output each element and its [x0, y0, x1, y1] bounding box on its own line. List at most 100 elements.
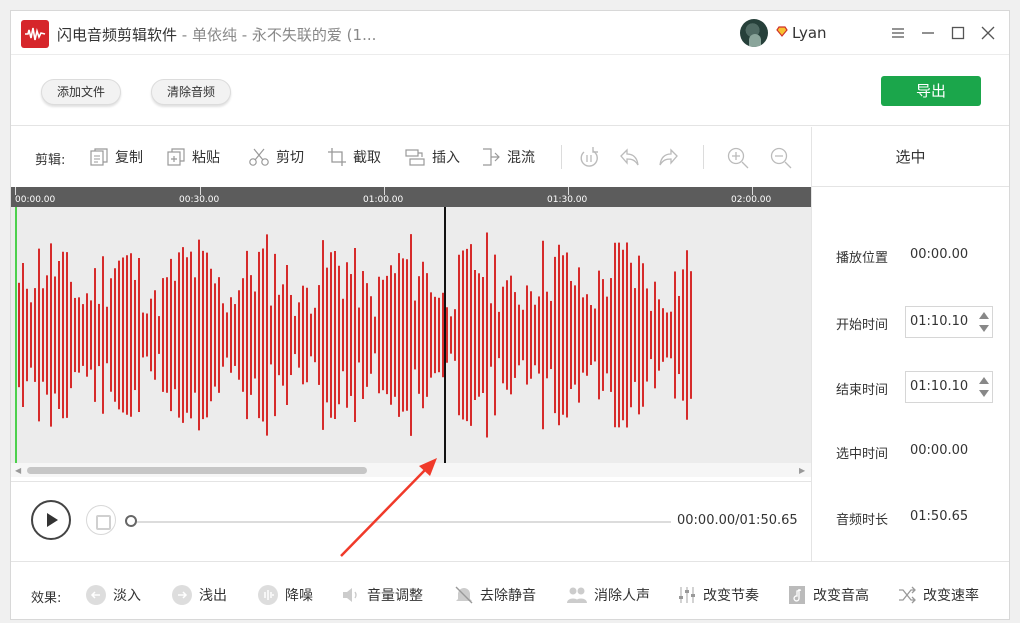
export-button[interactable]: 导出 — [881, 76, 981, 106]
volume-adjust-button[interactable]: 音量调整 — [341, 584, 423, 606]
paste-label: 粘贴 — [192, 150, 220, 166]
insert-label: 插入 — [432, 150, 460, 166]
end-time-down-icon[interactable] — [978, 389, 990, 399]
fade-in-label: 淡入 — [113, 588, 141, 604]
selected-duration-row: 选中时间 00:00.00 — [836, 435, 1006, 467]
paste-icon — [167, 148, 185, 166]
denoise-label: 降噪 — [285, 588, 313, 604]
playback-progress-knob[interactable] — [125, 515, 137, 527]
end-time-label: 结束时间 — [836, 383, 889, 398]
reset-icon[interactable] — [577, 146, 601, 170]
play-icon — [47, 513, 58, 527]
selected-duration-value: 00:00.00 — [910, 443, 969, 458]
end-time-spinbox[interactable] — [905, 371, 993, 403]
close-icon[interactable] — [976, 21, 1000, 45]
volume-adjust-label: 音量调整 — [367, 588, 423, 604]
fade-out-button[interactable]: 浅出 — [171, 584, 227, 606]
top-action-row: 添加文件 清除音频 导出 — [11, 56, 1009, 126]
clear-audio-button[interactable]: 清除音频 — [151, 79, 232, 105]
start-time-row: 开始时间 — [836, 306, 1006, 338]
maximize-icon[interactable] — [946, 21, 970, 45]
edit-toolbar-label: 剪辑: — [35, 153, 66, 168]
paste-button[interactable]: 粘贴 — [166, 145, 220, 169]
change-pitch-button[interactable]: 改变音高 — [787, 584, 869, 606]
remove-silence-label: 去除静音 — [480, 588, 536, 604]
mute-icon — [455, 586, 473, 604]
tick-mark — [200, 187, 201, 195]
zoom-in-icon[interactable] — [726, 146, 750, 170]
start-time-down-icon[interactable] — [978, 324, 990, 334]
change-speed-button[interactable]: 改变速率 — [897, 584, 979, 606]
start-time-spinbox[interactable] — [905, 306, 993, 338]
copy-label: 复制 — [115, 150, 143, 166]
scrollbar-thumb[interactable] — [27, 467, 367, 474]
crop-button[interactable]: 截取 — [327, 145, 381, 169]
insert-button[interactable]: 插入 — [404, 145, 460, 169]
app-logo-icon — [21, 20, 49, 48]
audio-duration-label: 音频时长 — [836, 513, 889, 528]
tick-mark — [568, 187, 569, 195]
effects-bar: 效果: 淡入 浅出 降噪 音量调整 去除静音 消除人声 改变节奏 改变音高 改变… — [11, 561, 1009, 619]
cut-label: 剪切 — [276, 150, 304, 166]
undo-icon[interactable] — [617, 146, 641, 170]
fade-in-icon — [86, 585, 106, 605]
edit-toolbar: 剪辑: 复制 粘贴 剪切 截取 插入 混流 — [11, 127, 811, 187]
fade-out-label: 浅出 — [199, 588, 227, 604]
selection-panel: 选中 播放位置 00:00.00 开始时间 结束时间 选中时间 00:00.00 — [811, 127, 1009, 561]
scroll-left-icon[interactable]: ◀ — [15, 466, 21, 475]
player-bar: 00:00.00/01:50.65 — [11, 481, 811, 561]
tick-label: 01:00.00 — [363, 195, 404, 205]
horizontal-scrollbar[interactable]: ◀ ▶ — [11, 463, 811, 477]
mix-button[interactable]: 混流 — [481, 145, 535, 169]
start-time-input[interactable] — [910, 314, 972, 329]
toolbar-divider — [561, 145, 562, 169]
denoise-button[interactable]: 降噪 — [257, 584, 313, 606]
selected-duration-label: 选中时间 — [836, 447, 889, 462]
mix-icon — [483, 148, 500, 166]
change-tempo-button[interactable]: 改变节奏 — [677, 584, 759, 606]
timeline-ruler[interactable]: 00:00.00 00:30.00 01:00.00 01:30.00 02:0… — [11, 187, 811, 207]
end-time-up-icon[interactable] — [978, 375, 990, 385]
vip-diamond-icon — [776, 26, 788, 37]
minimize-icon[interactable] — [916, 21, 940, 45]
copy-button[interactable]: 复制 — [89, 145, 143, 169]
effects-label: 效果: — [31, 591, 62, 606]
scissors-icon — [249, 148, 269, 166]
start-time-up-icon[interactable] — [978, 310, 990, 320]
scroll-right-icon[interactable]: ▶ — [799, 466, 805, 475]
remove-silence-button[interactable]: 去除静音 — [454, 584, 536, 606]
audio-duration-row: 音频时长 01:50.65 — [836, 501, 1006, 533]
crop-icon — [328, 148, 346, 166]
tick-mark — [15, 187, 16, 195]
remove-vocals-button[interactable]: 消除人声 — [566, 584, 650, 606]
fade-out-icon — [172, 585, 192, 605]
tick-label: 00:30.00 — [179, 195, 220, 205]
title-bar: 闪电音频剪辑软件 - 单依纯 - 永不失联的爱 (1... Lyan — [11, 11, 1009, 55]
username[interactable]: Lyan — [792, 24, 827, 42]
volume-icon — [343, 588, 357, 602]
play-button[interactable] — [31, 500, 71, 540]
fade-in-button[interactable]: 淡入 — [85, 584, 141, 606]
tick-label: 02:00.00 — [731, 195, 772, 205]
play-position-label: 播放位置 — [836, 251, 889, 266]
playback-progress-track[interactable] — [131, 521, 671, 523]
file-title: - 单依纯 - 永不失联的爱 (1... — [177, 26, 377, 44]
user-avatar[interactable] — [740, 19, 768, 47]
selection-panel-header: 选中 — [812, 127, 1009, 187]
stop-button[interactable] — [86, 505, 116, 535]
shuffle-icon — [899, 586, 916, 604]
toolbar-divider — [703, 145, 704, 169]
waveform-canvas[interactable] — [11, 207, 811, 463]
play-position-value: 00:00.00 — [910, 247, 969, 262]
end-time-input[interactable] — [910, 379, 972, 394]
add-file-button[interactable]: 添加文件 — [41, 79, 122, 105]
pitch-icon — [789, 586, 805, 604]
menu-icon[interactable] — [886, 21, 910, 45]
playback-time: 00:00.00/01:50.65 — [677, 513, 798, 528]
tick-label: 00:00.00 — [15, 195, 56, 205]
zoom-out-icon[interactable] — [769, 146, 793, 170]
cut-button[interactable]: 剪切 — [248, 145, 304, 169]
play-position-row: 播放位置 00:00.00 — [836, 239, 1006, 271]
users-icon — [567, 587, 587, 603]
redo-icon[interactable] — [657, 146, 681, 170]
